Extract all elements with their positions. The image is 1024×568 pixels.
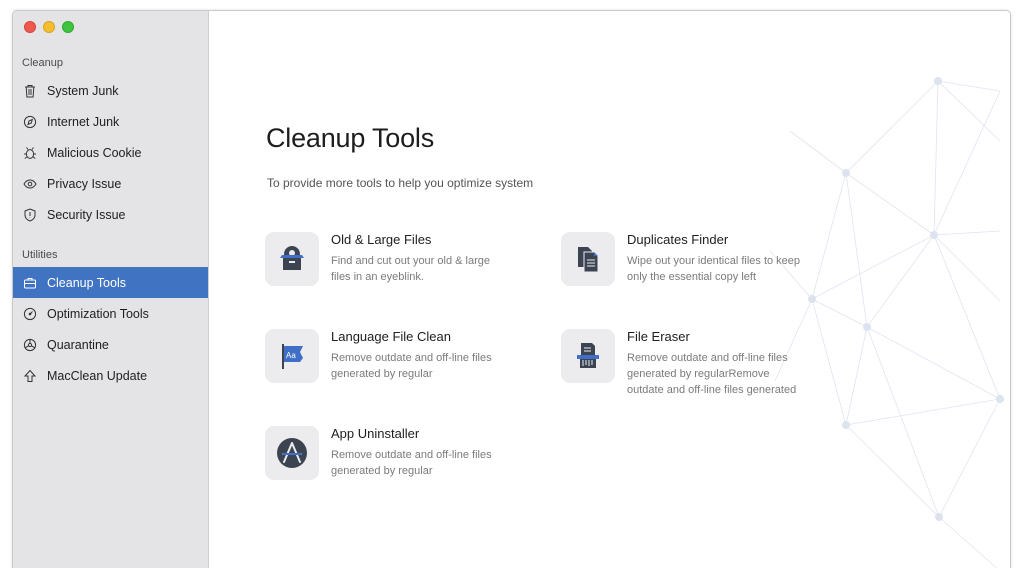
- background-network-decoration: [770, 77, 1004, 568]
- sidebar-item-security-issue[interactable]: Security Issue: [13, 199, 208, 230]
- maximize-window-button[interactable]: [62, 21, 74, 33]
- arrow-up-icon: [23, 369, 37, 383]
- trash-icon: [23, 84, 37, 98]
- shredder-icon: [577, 343, 599, 368]
- sidebar: Cleanup System Junk Internet Junk Malici…: [13, 11, 209, 568]
- tool-name: App Uninstaller: [331, 426, 420, 441]
- tool-description: Remove outdate and off-line files genera…: [627, 352, 797, 396]
- close-window-button[interactable]: [24, 21, 36, 33]
- window-controls: [24, 21, 74, 33]
- tool-tile: [265, 232, 319, 286]
- sidebar-item-label: Internet Junk: [47, 114, 120, 129]
- gauge-icon: [23, 307, 37, 321]
- tool-old-large-files[interactable]: Old & Large Files Find and cut out your …: [265, 232, 506, 286]
- svg-text:Aa: Aa: [286, 351, 296, 360]
- sidebar-item-privacy-issue[interactable]: Privacy Issue: [13, 168, 208, 199]
- tool-description: Remove outdate and off-line files genera…: [331, 449, 492, 477]
- sidebar-item-cleanup-tools[interactable]: Cleanup Tools: [13, 267, 208, 298]
- tool-description: Remove outdate and off-line files genera…: [331, 352, 492, 380]
- sidebar-item-label: Malicious Cookie: [47, 145, 142, 160]
- bug-icon: [23, 146, 37, 160]
- tool-name: Duplicates Finder: [627, 232, 729, 247]
- section-label-utilities: Utilities: [22, 249, 58, 261]
- sidebar-item-label: MacClean Update: [47, 368, 148, 383]
- globe-icon: [23, 115, 37, 129]
- sidebar-item-quarantine[interactable]: Quarantine: [13, 329, 208, 360]
- sidebar-item-malicious-cookie[interactable]: Malicious Cookie: [13, 137, 208, 168]
- tool-language-file-clean[interactable]: Aa Language File Clean Remove outdate an…: [265, 329, 506, 383]
- sidebar-item-label: Cleanup Tools: [47, 275, 126, 290]
- tool-tile: Aa: [265, 329, 319, 383]
- sidebar-item-system-junk[interactable]: System Junk: [13, 75, 208, 106]
- minimize-window-button[interactable]: [43, 21, 55, 33]
- sidebar-item-optimization-tools[interactable]: Optimization Tools: [13, 298, 208, 329]
- page-title: Cleanup Tools: [266, 123, 435, 153]
- main-content: Cleanup Tools To provide more tools to h…: [210, 11, 1010, 568]
- toolbox-icon: [23, 276, 37, 290]
- sidebar-item-label: System Junk: [47, 83, 119, 98]
- box-icon: [280, 246, 304, 270]
- sidebar-item-label: Quarantine: [47, 337, 109, 352]
- tool-app-uninstaller[interactable]: App Uninstaller Remove outdate and off-l…: [265, 426, 506, 480]
- tool-name: Old & Large Files: [331, 232, 432, 247]
- tool-tile: [561, 232, 615, 286]
- app-window: Cleanup System Junk Internet Junk Malici…: [12, 10, 1011, 568]
- tool-description: Find and cut out your old & large files …: [331, 255, 490, 283]
- tool-name: Language File Clean: [331, 329, 451, 344]
- tool-file-eraser[interactable]: File Eraser Remove outdate and off-line …: [561, 329, 802, 398]
- shield-icon: [23, 207, 37, 222]
- sidebar-item-label: Optimization Tools: [47, 306, 149, 321]
- documents-icon: [578, 247, 599, 273]
- tool-tile: [561, 329, 615, 383]
- biohazard-icon: [23, 338, 37, 352]
- tool-duplicates-finder[interactable]: Duplicates Finder Wipe out your identica…: [561, 232, 802, 286]
- tool-description: Wipe out your identical files to keep on…: [627, 255, 801, 283]
- section-label-cleanup: Cleanup: [22, 57, 63, 69]
- page-subtitle: To provide more tools to help you optimi…: [267, 176, 534, 190]
- tool-name: File Eraser: [627, 329, 690, 344]
- app-store-icon: [277, 438, 307, 468]
- sidebar-item-macclean-update[interactable]: MacClean Update: [13, 360, 208, 391]
- sidebar-item-label: Privacy Issue: [47, 176, 122, 191]
- flag-icon: Aa: [282, 344, 303, 369]
- sidebar-item-label: Security Issue: [47, 207, 126, 222]
- sidebar-item-internet-junk[interactable]: Internet Junk: [13, 106, 208, 137]
- eye-icon: [23, 177, 37, 191]
- tool-tile: [265, 426, 319, 480]
